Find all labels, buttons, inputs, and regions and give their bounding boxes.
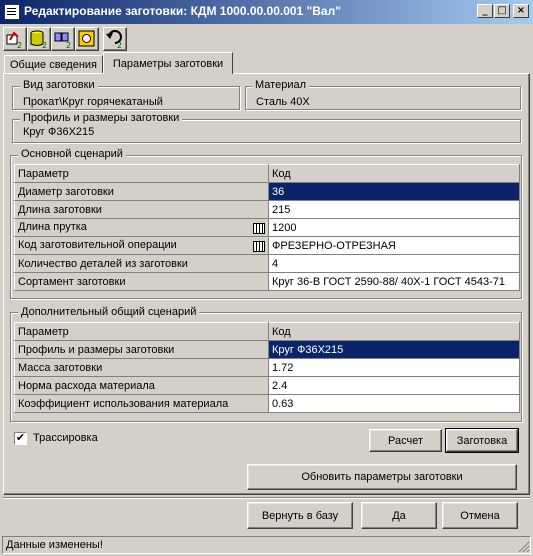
value-cell[interactable]: 215 xyxy=(268,200,520,219)
main-scenario-table: Параметр Код Диаметр заготовки 36 Длина … xyxy=(14,164,520,291)
value-cell[interactable]: 0.63 xyxy=(268,394,520,413)
main-scenario-legend: Основной сценарий xyxy=(18,148,126,160)
database-icon: 2 xyxy=(30,30,47,50)
tab-blank-params[interactable]: Параметры заготовки xyxy=(103,52,233,74)
blank-button-bottom[interactable]: Заготовка xyxy=(445,428,519,453)
param-cell: Длина заготовки xyxy=(14,200,269,219)
param-cell-with-picker: Код заготовительной операции xyxy=(14,236,269,255)
param-cell: Коэффициент использования материала xyxy=(14,394,269,413)
profile-legend: Профиль и размеры заготовки xyxy=(20,112,183,124)
calc-button[interactable]: Расчет xyxy=(369,429,442,452)
trace-checkbox[interactable]: ✔ xyxy=(14,432,27,445)
table-row[interactable]: Сортамент заготовки Круг 36-В ГОСТ 2590-… xyxy=(14,272,520,291)
value-cell[interactable]: 1200 xyxy=(268,218,520,237)
update-params-button[interactable]: Обновить параметры заготовки xyxy=(247,464,517,490)
param-column-header[interactable]: Параметр xyxy=(14,164,269,183)
svg-text:2: 2 xyxy=(42,41,47,50)
svg-text:2: 2 xyxy=(117,41,122,50)
window-title: Редактирование заготовки: КДМ 1000.00.00… xyxy=(24,4,341,18)
calendar-icon[interactable] xyxy=(253,223,265,234)
separator xyxy=(3,497,530,499)
find-button[interactable]: 2 xyxy=(51,27,75,51)
calendar-icon[interactable] xyxy=(253,241,265,252)
material-value: Сталь 40Х xyxy=(256,96,310,108)
svg-text:2: 2 xyxy=(66,41,71,50)
blank-type-legend: Вид заготовки xyxy=(20,79,98,91)
table-row[interactable]: Длина прутка 1200 xyxy=(14,218,520,237)
value-cell[interactable]: Круг Ф36Х215 xyxy=(268,340,520,359)
param-cell: Масса заготовки xyxy=(14,358,269,377)
maximize-button[interactable]: □ xyxy=(494,4,510,18)
app-icon xyxy=(4,4,20,20)
minimize-button[interactable]: _ xyxy=(477,4,493,18)
extra-scenario-legend: Дополнительный общий сценарий xyxy=(18,306,200,318)
param-label: Код заготовительной операции xyxy=(18,239,177,251)
trace-label: Трассировка xyxy=(33,432,98,444)
table-row[interactable]: Длина заготовки 215 xyxy=(14,200,520,219)
value-cell[interactable]: 2.4 xyxy=(268,376,520,395)
code-column-header[interactable]: Код xyxy=(268,322,520,341)
value-cell[interactable]: 4 xyxy=(268,254,520,273)
blank-icon xyxy=(78,30,95,47)
table-row[interactable]: Количество деталей из заготовки 4 xyxy=(14,254,520,273)
assign-button[interactable]: 2 xyxy=(3,27,27,51)
profile-value: Круг Ф36Х215 xyxy=(23,126,95,138)
blank-type-value: Прокат\Круг горячекатаный xyxy=(23,96,163,108)
table-row[interactable]: Коэффициент использования материала 0.63 xyxy=(14,394,520,413)
table-header-row: Параметр Код xyxy=(14,164,520,183)
assign-icon: 2 xyxy=(6,31,22,50)
table-row[interactable]: Код заготовительной операции ФРЕЗЕРНО-ОТ… xyxy=(14,236,520,255)
code-column-header[interactable]: Код xyxy=(268,164,520,183)
value-cell[interactable]: ФРЕЗЕРНО-ОТРЕЗНАЯ xyxy=(268,236,520,255)
param-cell-with-picker: Длина прутка xyxy=(14,218,269,237)
value-cell[interactable]: Круг 36-В ГОСТ 2590-88/ 40Х-1 ГОСТ 4543-… xyxy=(268,272,520,291)
value-cell[interactable]: 36 xyxy=(268,182,520,201)
table-row[interactable]: Масса заготовки 1.72 xyxy=(14,358,520,377)
param-label: Длина прутка xyxy=(18,221,87,233)
svg-text:2: 2 xyxy=(17,41,22,50)
material-legend: Материал xyxy=(252,79,309,91)
status-bar: Данные изменены! xyxy=(2,536,531,554)
table-row[interactable]: Профиль и размеры заготовки Круг Ф36Х215 xyxy=(14,340,520,359)
return-to-db-button[interactable]: Вернуть в базу xyxy=(247,502,353,529)
table-header-row: Параметр Код xyxy=(14,322,520,341)
param-cell: Диаметр заготовки xyxy=(14,182,269,201)
param-cell: Сортамент заготовки xyxy=(14,272,269,291)
table-row[interactable]: Диаметр заготовки 36 xyxy=(14,182,520,201)
tab-general-info[interactable]: Общие сведения xyxy=(4,55,103,74)
resize-grip-icon[interactable] xyxy=(517,540,530,553)
param-column-header[interactable]: Параметр xyxy=(14,322,269,341)
table-row[interactable]: Норма расхода материала 2.4 xyxy=(14,376,520,395)
param-cell: Норма расхода материала xyxy=(14,376,269,395)
find-icon: 2 xyxy=(54,32,71,50)
value-cell[interactable]: 1.72 xyxy=(268,358,520,377)
ok-button[interactable]: Да xyxy=(361,502,437,529)
cancel-button[interactable]: Отмена xyxy=(442,502,518,529)
param-cell: Количество деталей из заготовки xyxy=(14,254,269,273)
undo-icon: 2 xyxy=(106,30,122,50)
param-cell: Профиль и размеры заготовки xyxy=(14,340,269,359)
blank-button[interactable] xyxy=(75,27,99,51)
close-button[interactable]: × xyxy=(513,4,529,18)
database-button[interactable]: 2 xyxy=(27,27,51,51)
extra-scenario-table: Параметр Код Профиль и размеры заготовки… xyxy=(14,322,520,413)
undo-button[interactable]: 2 xyxy=(103,27,127,51)
title-bar[interactable]: Редактирование заготовки: КДМ 1000.00.00… xyxy=(0,0,533,24)
